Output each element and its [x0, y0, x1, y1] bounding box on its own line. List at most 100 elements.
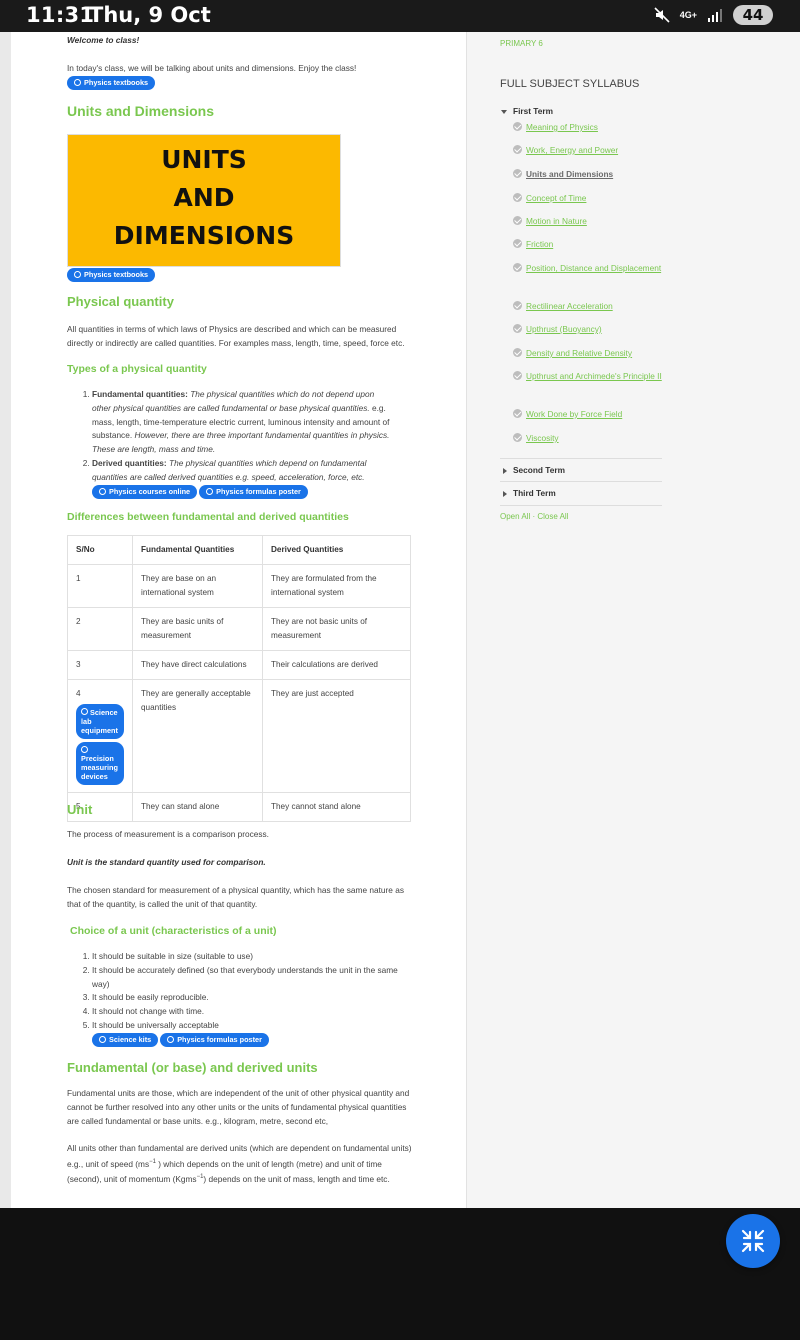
caret-right-icon [503, 491, 507, 497]
sidebar-topic-link[interactable]: Rectilinear Acceleration [526, 299, 663, 313]
check-circle-icon [513, 348, 522, 357]
table-cell: They cannot stand alone [262, 792, 411, 822]
ad-pill-label: Physics textbooks [84, 270, 149, 279]
ad-pill-physics-textbooks[interactable]: Physics textbooks [67, 76, 156, 90]
check-circle-icon [513, 371, 522, 380]
table-header: Fundamental Quantities [132, 535, 263, 565]
check-circle-icon [513, 193, 522, 202]
table-row: 2 They are basic units of measurement Th… [67, 607, 411, 651]
superscript: −1 [149, 1158, 156, 1165]
sidebar-topic-link[interactable]: Meaning of Physics [526, 120, 663, 134]
empty-area [0, 1208, 800, 1340]
battery-level: 44 [742, 6, 764, 24]
ad-pill-label: Physics textbooks [84, 78, 149, 87]
banner-line: AND [173, 183, 235, 212]
type-label: Fundamental quantities: [92, 389, 188, 399]
check-circle-icon [513, 216, 522, 225]
status-icons: 4G+ 44 [654, 5, 773, 25]
table-row: 4 Science lab equipment Precision measur… [67, 679, 411, 793]
ad-icon [99, 1036, 106, 1043]
collapse-button[interactable] [726, 1214, 780, 1268]
ad-pill-science-lab[interactable]: Science lab equipment [76, 704, 124, 739]
table-cell: They are generally acceptable quantities [132, 679, 263, 793]
accordion-label: First Term [513, 106, 553, 116]
check-circle-icon [513, 409, 522, 418]
ad-pill-label: Physics formulas poster [216, 487, 301, 496]
table-cell: 4 Science lab equipment Precision measur… [67, 679, 133, 793]
battery-indicator: 44 [733, 5, 773, 25]
status-date: Thu, 9 Oct [89, 3, 211, 27]
fundamental-units-heading: Fundamental (or base) and derived units [67, 1060, 318, 1075]
intro-text: In today's class, we will be talking abo… [67, 63, 357, 73]
ad-icon [74, 271, 81, 278]
syllabus-heading: FULL SUBJECT SYLLABUS [500, 78, 640, 90]
unit-text-3: The chosen standard for measurement of a… [67, 885, 404, 909]
table-cell: Their calculations are derived [262, 650, 411, 680]
sidebar-topic-link[interactable]: Work Done by Force Field [526, 407, 663, 421]
row-number: 4 [76, 689, 81, 698]
mute-icon [654, 7, 670, 23]
sidebar-topic-link[interactable]: Upthrust (Buoyancy) [526, 322, 663, 336]
ad-pill-formulas-poster[interactable]: Physics formulas poster [199, 485, 308, 499]
units-dimensions-banner: UNITS AND DIMENSIONS [67, 134, 341, 267]
table-cell: 2 [67, 607, 133, 651]
ad-pill-group: Science kits Physics formulas poster [92, 1033, 269, 1047]
accordion-first-term[interactable]: First Term [500, 105, 662, 119]
table-cell: They are not basic units of measurement [262, 607, 411, 651]
ad-pill-label: Physics courses online [109, 487, 191, 496]
sidebar-topic-link[interactable]: Position, Distance and Displacement [526, 261, 663, 275]
ad-pill-physics-courses[interactable]: Physics courses online [92, 485, 198, 499]
sidebar-topic-link[interactable]: Density and Relative Density [526, 346, 663, 360]
accordion-label: Second Term [513, 465, 565, 475]
table-cell: 1 [67, 564, 133, 608]
sidebar-topic-link[interactable]: Upthrust and Archimede's Principle II [526, 369, 663, 383]
caret-down-icon [501, 110, 507, 114]
open-close-all-link[interactable]: Open All · Close All [500, 512, 568, 521]
table-cell: They are base on an international system [132, 564, 263, 608]
network-type: 4G+ [679, 9, 697, 20]
table-header-row: S/No Fundamental Quantities Derived Quan… [67, 535, 411, 565]
banner-line: DIMENSIONS [113, 221, 295, 250]
accordion-label: Third Term [513, 488, 556, 498]
status-bar: 11:31 Thu, 9 Oct 4G+ 44 [0, 0, 800, 32]
ad-icon [167, 1036, 175, 1043]
ad-pill-science-kits[interactable]: Science kits [92, 1033, 159, 1047]
list-item: Derived quantities: The physical quantit… [92, 457, 395, 485]
banner-line: UNITS [161, 145, 247, 174]
accordion-second-term[interactable]: Second Term [500, 458, 662, 482]
ad-pill-precision-devices[interactable]: Precision measuring devices [76, 742, 124, 785]
table-cell: They have direct calculations [132, 650, 263, 680]
ad-icon [99, 488, 106, 495]
ad-pill-group: Physics courses online Physics formulas … [92, 485, 308, 499]
sidebar-topic-link[interactable]: Motion in Nature [526, 214, 663, 228]
table-row: 5 They can stand alone They cannot stand… [67, 792, 411, 822]
sidebar [466, 32, 800, 1208]
ad-pill-physics-textbooks-2[interactable]: Physics textbooks [67, 268, 156, 282]
ad-pill-formulas-poster-2[interactable]: Physics formulas poster [160, 1033, 269, 1047]
choice-list: It should be suitable in size (suitable … [67, 950, 405, 1033]
sidebar-topic-link[interactable]: Concept of Time [526, 191, 663, 205]
types-heading: Types of a physical quantity [67, 363, 207, 375]
fundamental-units-text: Fundamental units are those, which are i… [67, 1088, 410, 1126]
sidebar-topic-link[interactable]: Units and Dimensions [526, 167, 663, 181]
table-cell: They are just accepted [262, 679, 411, 793]
physical-quantity-text: All quantities in terms of which laws of… [67, 324, 405, 348]
ad-pill-label: Physics formulas poster [177, 1035, 262, 1044]
sidebar-topic-link[interactable]: Work, Energy and Power [526, 143, 663, 157]
list-item: It should be accurately defined (so that… [92, 964, 405, 992]
sidebar-topic-link[interactable]: Viscosity [526, 431, 663, 445]
check-circle-icon [513, 324, 522, 333]
sidebar-topic-link[interactable]: Friction [526, 237, 663, 251]
accordion-third-term[interactable]: Third Term [500, 482, 662, 506]
ad-pill-label: Science kits [109, 1035, 152, 1044]
signal-icon [708, 9, 722, 22]
differences-heading: Differences between fundamental and deri… [67, 511, 349, 523]
status-time: 11:31 [26, 3, 95, 27]
table-header: S/No [67, 535, 133, 565]
check-circle-icon [513, 122, 522, 131]
class-link-primary-6[interactable]: PRIMARY 6 [500, 37, 543, 51]
check-circle-icon [513, 433, 522, 442]
list-item: It should be suitable in size (suitable … [92, 950, 405, 964]
types-list: Fundamental quantities: The physical qua… [67, 388, 395, 485]
table-cell: They can stand alone [132, 792, 263, 822]
